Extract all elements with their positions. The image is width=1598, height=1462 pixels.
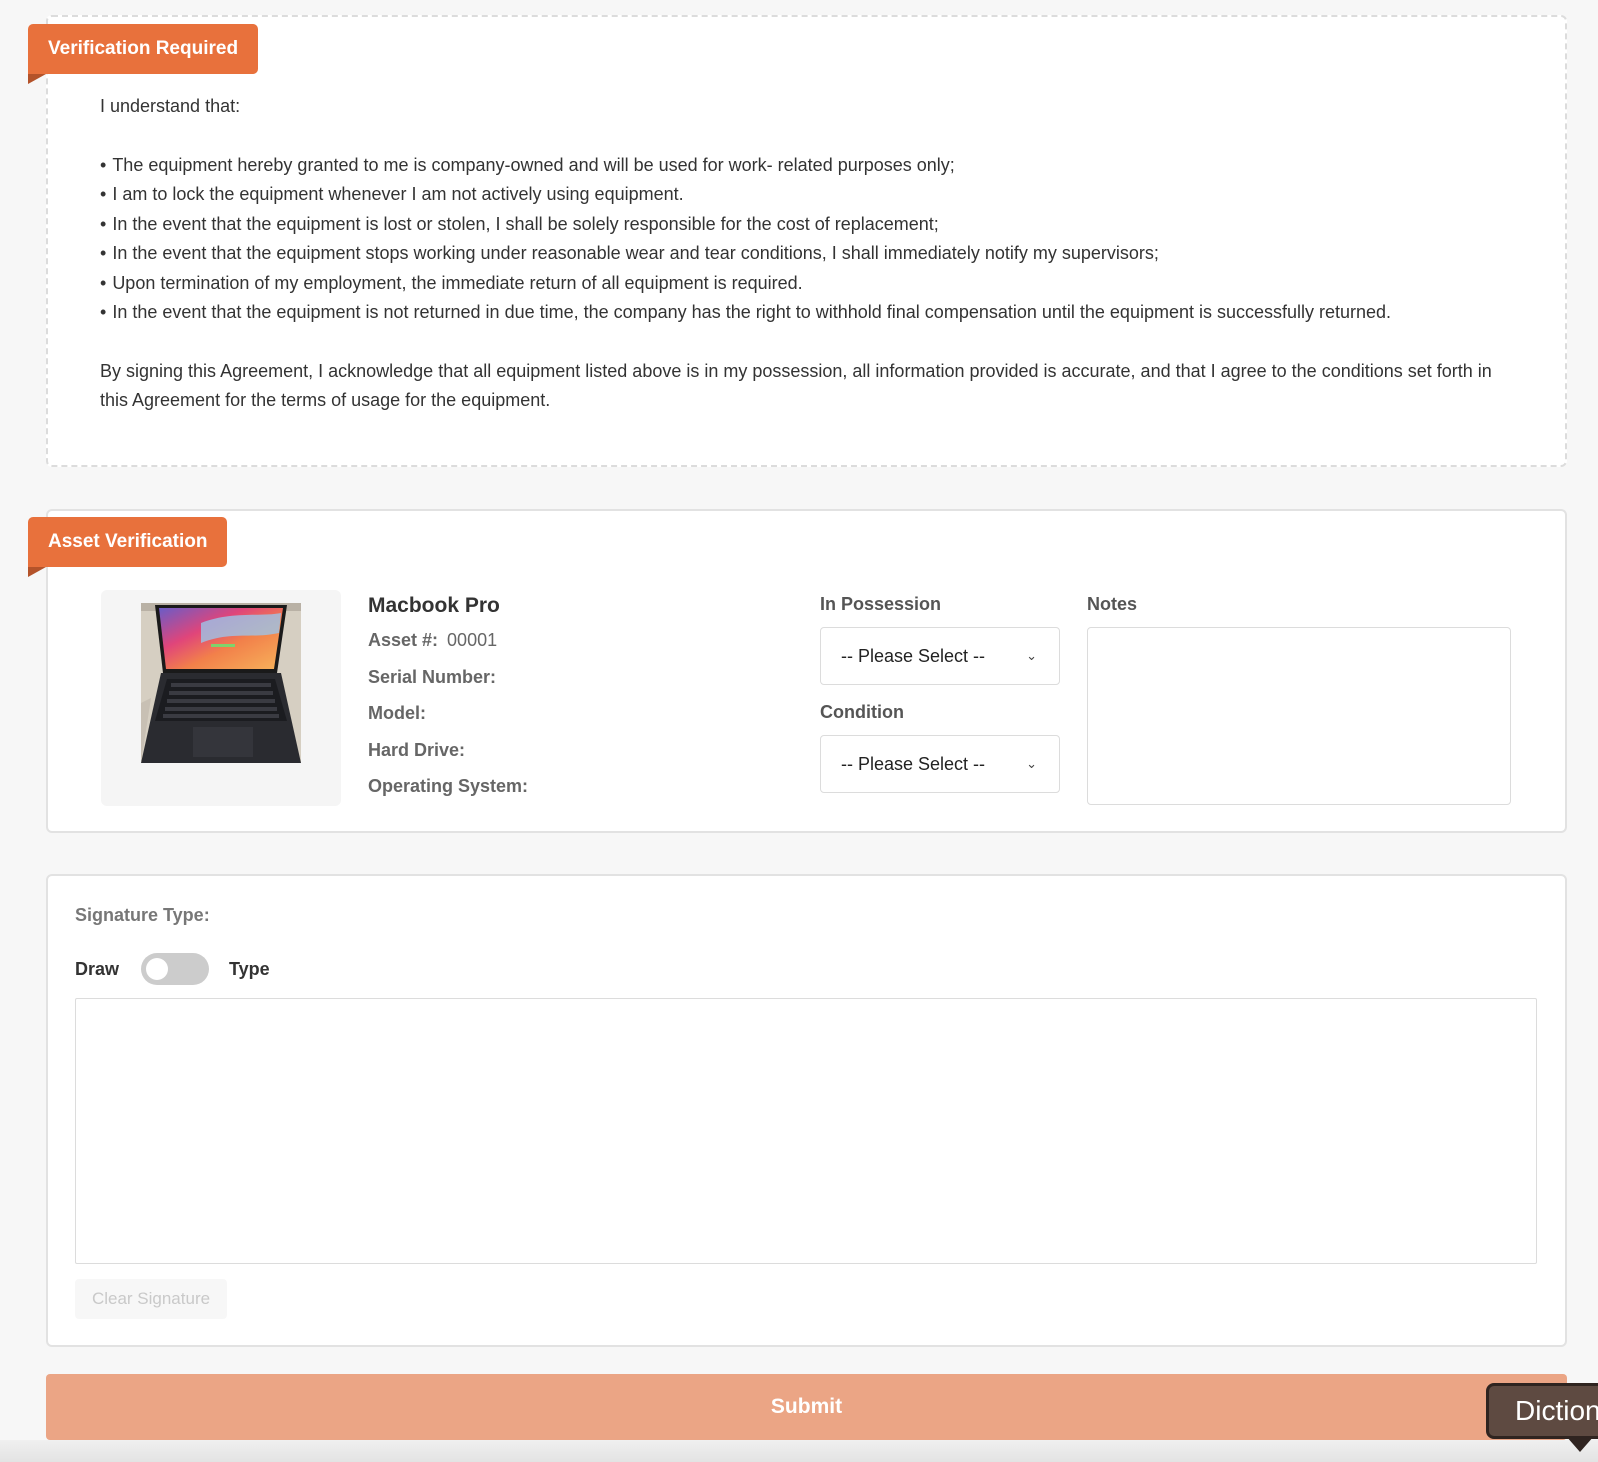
- agreement-bullet: Upon termination of my employment, the i…: [100, 269, 1530, 299]
- model-label: Model:: [368, 703, 426, 723]
- signature-type-title: Signature Type:: [75, 905, 210, 925]
- asset-number-value: 00001: [447, 630, 498, 650]
- agreement-bullet: In the event that the equipment is not r…: [100, 298, 1530, 328]
- condition-value: -- Please Select --: [841, 754, 986, 774]
- chevron-down-icon: ⌄: [1026, 756, 1037, 771]
- draw-label: Draw: [75, 959, 120, 979]
- dictionary-popup-tail: [1566, 1436, 1594, 1452]
- laptop-image: [141, 603, 301, 763]
- condition-label: Condition: [820, 702, 904, 722]
- notes-textarea[interactable]: [1087, 627, 1511, 805]
- hard-drive-label: Hard Drive:: [368, 739, 466, 760]
- operating-system-label: Operating System:: [368, 776, 529, 796]
- signature-type-toggle[interactable]: [141, 953, 209, 985]
- signature-pad[interactable]: [75, 998, 1537, 1264]
- agreement-bullet: The equipment hereby granted to me is co…: [100, 151, 1530, 181]
- page: Verification Required I understand that:…: [0, 0, 1598, 1462]
- in-possession-value: -- Please Select --: [841, 646, 986, 666]
- in-possession-select[interactable]: -- Please Select -- ⌄: [820, 627, 1060, 685]
- agreement-closing: By signing this Agreement, I acknowledge…: [100, 360, 1492, 411]
- asset-name: Macbook Pro: [368, 594, 500, 617]
- notes-label: Notes: [1087, 594, 1138, 614]
- chevron-down-icon: ⌄: [1026, 648, 1037, 663]
- in-possession-label: In Possession: [820, 594, 942, 614]
- verification-ribbon: Verification Required: [28, 24, 259, 74]
- serial-number-label: Serial Number:: [368, 666, 497, 687]
- bottom-edge: [0, 1440, 1598, 1462]
- clear-signature-button[interactable]: Clear Signature: [75, 1279, 227, 1319]
- condition-select[interactable]: -- Please Select -- ⌄: [820, 735, 1060, 793]
- agreement-bullet: In the event that the equipment stops wo…: [100, 239, 1530, 269]
- agreement-list: The equipment hereby granted to me is co…: [100, 151, 1530, 328]
- model-row: Model:: [368, 695, 532, 732]
- agreement-intro: I understand that:: [100, 96, 241, 116]
- agreement-bullet: In the event that the equipment is lost …: [100, 210, 1530, 240]
- submit-button[interactable]: Submit: [46, 1374, 1567, 1440]
- type-label: Type: [229, 959, 270, 979]
- dictionary-popup[interactable]: Diction: [1486, 1383, 1598, 1439]
- asset-ribbon: Asset Verification: [28, 517, 228, 567]
- asset-number-row: Asset #: 00001: [368, 622, 532, 659]
- toggle-knob: [146, 958, 168, 980]
- agreement-bullet: I am to lock the equipment whenever I am…: [100, 180, 1530, 210]
- asset-number-label: Asset #:: [368, 630, 439, 650]
- hard-drive-row: Hard Drive:: [368, 732, 532, 769]
- asset-details: Macbook Pro Asset #: 00001 Serial Number…: [368, 590, 532, 805]
- serial-number-row: Serial Number:: [368, 659, 532, 696]
- operating-system-row: Operating System:: [368, 768, 532, 805]
- agreement-text: I understand that: The equipment hereby …: [100, 92, 1530, 416]
